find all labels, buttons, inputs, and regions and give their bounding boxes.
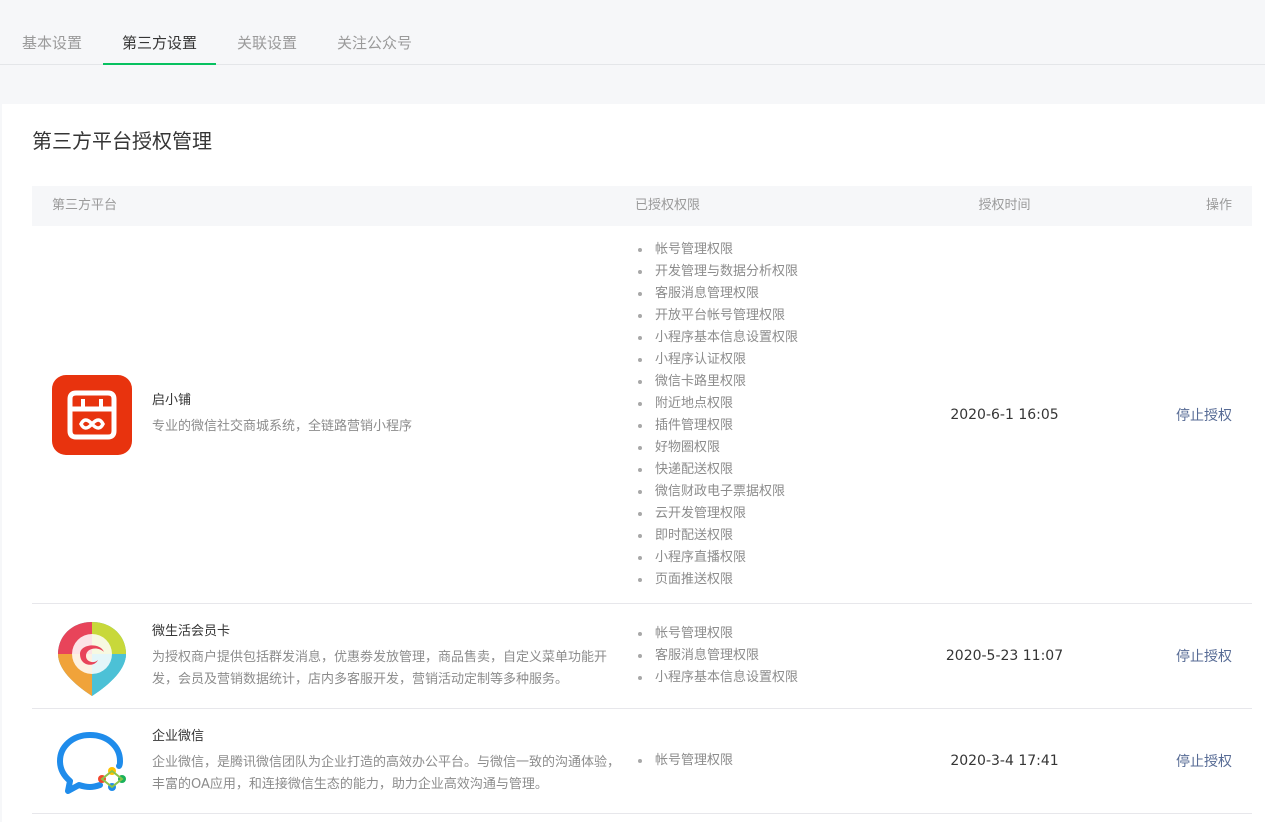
permission-item: 开发管理与数据分析权限 [635, 261, 917, 283]
app-description: 企业微信，是腾讯微信团队为企业打造的高效办公平台。与微信一致的沟通体验，丰富的O… [152, 755, 621, 792]
app-info: 启小铺 专业的微信社交商城系统，全链路营销小程序 [152, 375, 632, 438]
permission-item: 帐号管理权限 [635, 239, 917, 261]
app-description: 为授权商户提供包括群发消息，优惠劵发放管理，商品售卖，自定义菜单功能开发，会员及… [152, 650, 608, 687]
permission-item: 小程序基本信息设置权限 [635, 327, 917, 349]
column-header-action: 操作 [1205, 198, 1232, 213]
permission-item: 开放平台帐号管理权限 [635, 305, 917, 327]
table-row: 企业微信 企业微信，是腾讯微信团队为企业打造的高效办公平台。与微信一致的沟通体验… [32, 709, 1252, 814]
column-header-permissions: 已授权权限 [635, 198, 701, 213]
table-row: 启小铺 专业的微信社交商城系统，全链路营销小程序 帐号管理权限 开发管理与数据分… [32, 226, 1252, 604]
authorization-time: 2020-6-1 16:05 [950, 406, 1059, 423]
app-cell: 启小铺 专业的微信社交商城系统，全链路营销小程序 [32, 374, 635, 455]
permission-list: 帐号管理权限 客服消息管理权限 小程序基本信息设置权限 [635, 623, 917, 689]
permission-item: 快递配送权限 [635, 459, 917, 481]
app-info: 微生活会员卡 为授权商户提供包括群发消息，优惠劵发放管理，商品售卖，自定义菜单功… [152, 616, 632, 691]
authorization-panel: 第三方平台授权管理 第三方平台 已授权权限 授权时间 操作 启小铺 专业的微信社… [2, 104, 1265, 822]
app-name: 微生活会员卡 [152, 624, 231, 639]
action-cell: 停止授权 [1092, 646, 1252, 666]
authorization-time: 2020-3-4 17:41 [950, 753, 1059, 769]
app-cell: 微生活会员卡 为授权商户提供包括群发消息，优惠劵发放管理，商品售卖，自定义菜单功… [32, 616, 635, 696]
permission-item: 小程序认证权限 [635, 349, 917, 371]
stop-authorization-link[interactable]: 停止授权 [1176, 754, 1232, 770]
app-cell: 企业微信 企业微信，是腾讯微信团队为企业打造的高效办公平台。与微信一致的沟通体验… [32, 721, 635, 801]
page-title: 第三方平台授权管理 [32, 129, 212, 153]
permission-item: 好物圈权限 [635, 437, 917, 459]
permission-list: 帐号管理权限 开发管理与数据分析权限 客服消息管理权限 开放平台帐号管理权限 小… [635, 239, 917, 591]
stop-authorization-link[interactable]: 停止授权 [1176, 649, 1232, 665]
app-name: 企业微信 [152, 729, 205, 744]
app-description: 专业的微信社交商城系统，全链路营销小程序 [152, 418, 413, 434]
permission-item: 微信卡路里权限 [635, 371, 917, 393]
permission-item: 帐号管理权限 [635, 750, 917, 772]
permission-item: 小程序直播权限 [635, 547, 917, 569]
permission-item: 客服消息管理权限 [635, 283, 917, 305]
tab-third-party-settings[interactable]: 第三方设置 [103, 26, 217, 65]
stop-authorization-link[interactable]: 停止授权 [1176, 408, 1232, 424]
permission-item: 客服消息管理权限 [635, 645, 917, 667]
permission-item: 插件管理权限 [635, 415, 917, 437]
table-header: 第三方平台 已授权权限 授权时间 操作 [32, 186, 1252, 226]
permission-item: 帐号管理权限 [635, 623, 917, 645]
weishenghuo-logo-icon [58, 622, 126, 696]
app-name: 启小铺 [152, 392, 192, 408]
column-header-time: 授权时间 [978, 198, 1031, 213]
qixiaopu-logo-icon [52, 374, 132, 455]
permission-item: 附近地点权限 [635, 393, 917, 415]
action-cell: 停止授权 [1092, 751, 1252, 771]
action-cell: 停止授权 [1092, 405, 1252, 425]
tab-linked-settings[interactable]: 关联设置 [218, 26, 316, 64]
tab-follow-official-account[interactable]: 关注公众号 [318, 26, 431, 64]
permission-list: 帐号管理权限 [635, 750, 917, 772]
column-header-platform: 第三方平台 [52, 198, 118, 213]
permission-item: 微信财政电子票据权限 [635, 481, 917, 503]
wecom-logo-icon [57, 732, 126, 794]
permission-item: 即时配送权限 [635, 525, 917, 547]
app-info: 企业微信 企业微信，是腾讯微信团队为企业打造的高效办公平台。与微信一致的沟通体验… [152, 721, 632, 796]
tab-basic-settings[interactable]: 基本设置 [3, 26, 101, 64]
permission-item: 页面推送权限 [635, 569, 917, 591]
authorization-time: 2020-5-23 11:07 [945, 648, 1064, 664]
permission-item: 云开发管理权限 [635, 503, 917, 525]
permission-item: 小程序基本信息设置权限 [635, 667, 917, 689]
table-row: 微生活会员卡 为授权商户提供包括群发消息，优惠劵发放管理，商品售卖，自定义菜单功… [32, 604, 1252, 709]
tab-bar: 基本设置 第三方设置 关联设置 关注公众号 [0, 0, 1265, 65]
